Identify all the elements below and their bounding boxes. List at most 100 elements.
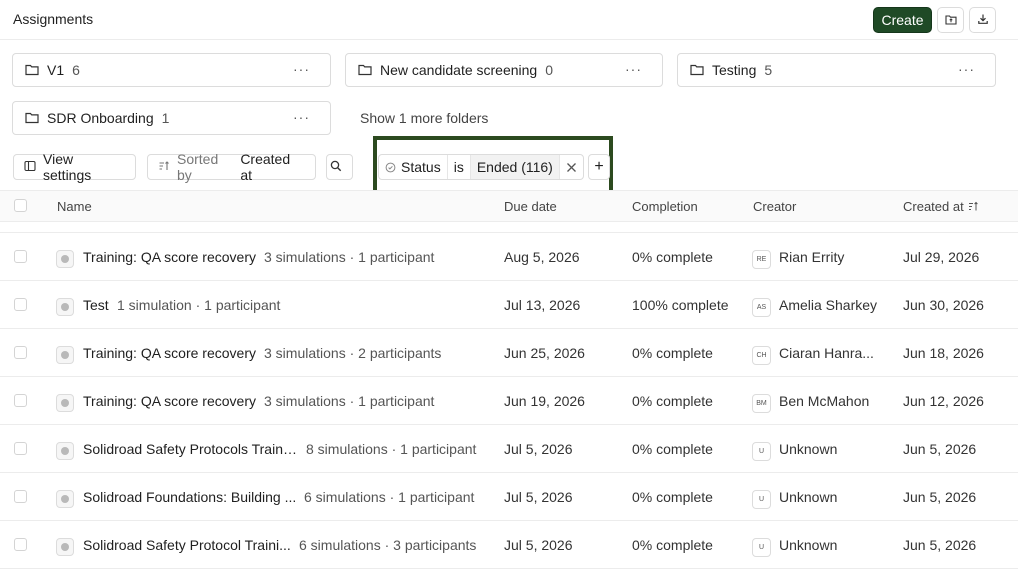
- status-icon: [385, 162, 396, 173]
- column-header-due-date[interactable]: Due date: [504, 199, 557, 214]
- view-settings-button[interactable]: View settings: [13, 151, 136, 183]
- created-at: Jun 30, 2026: [903, 297, 984, 313]
- assignment-name[interactable]: Solidroad Safety Protocol Traini...: [83, 537, 291, 553]
- assignment-name[interactable]: Test: [83, 297, 109, 313]
- created-at: Jun 5, 2026: [903, 441, 977, 457]
- assignment-name[interactable]: Training: QA score recovery: [83, 345, 256, 361]
- search-button[interactable]: [326, 154, 353, 180]
- folder-count: 6: [72, 62, 80, 78]
- folder-more-button[interactable]: ···: [958, 61, 975, 77]
- close-icon: [566, 162, 577, 173]
- download-icon: [977, 12, 989, 28]
- avatar: U: [752, 442, 771, 461]
- assignment-name[interactable]: Training: QA score recovery: [83, 393, 256, 409]
- table-row[interactable]: Training: QA score recovery 3 simulations…: [0, 329, 1018, 377]
- creator: Amelia Sharkey: [779, 297, 878, 313]
- assignment-icon: [56, 538, 74, 556]
- avatar: U: [752, 490, 771, 509]
- column-header-name[interactable]: Name: [57, 199, 92, 214]
- filter-value-label: Ended (116): [476, 159, 553, 175]
- folder-new-candidate-screening[interactable]: New candidate screening 0 ···: [345, 53, 663, 87]
- assignment-summary: 1 simulation · 1 participant: [117, 297, 281, 313]
- folder-more-button[interactable]: ···: [625, 61, 642, 77]
- sort-icon: [158, 159, 177, 175]
- folder-icon: [25, 64, 39, 76]
- created-at: Jul 29, 2026: [903, 249, 980, 265]
- completion: 0% complete: [632, 249, 713, 265]
- create-button[interactable]: Create: [873, 7, 932, 33]
- add-filter-button[interactable]: +: [588, 154, 610, 180]
- download-button[interactable]: [969, 7, 996, 33]
- assignment-name[interactable]: Solidroad Foundations: Building ...: [83, 489, 296, 505]
- row-checkbox[interactable]: [14, 346, 27, 359]
- row-checkbox[interactable]: [14, 538, 27, 551]
- row-checkbox[interactable]: [14, 394, 27, 407]
- avatar: AS: [752, 298, 771, 317]
- folder-count: 0: [545, 62, 554, 78]
- assignment-name[interactable]: Solidroad Safety Protocols Training: [83, 441, 298, 457]
- completion: 0% complete: [632, 489, 713, 505]
- assignment-summary: 3 simulations · 1 participant: [264, 393, 435, 409]
- avatar: CH: [752, 346, 771, 365]
- remove-filter-button[interactable]: [558, 155, 583, 179]
- filter-value[interactable]: Ended (116): [469, 155, 559, 179]
- table-row[interactable]: Solidroad Safety Protocol Traini... 6 sim…: [0, 521, 1018, 569]
- filter-operator[interactable]: is: [446, 155, 470, 179]
- assignment-summary: 3 simulations · 1 participant: [264, 249, 435, 265]
- table-row[interactable]: Solidroad Foundations: Building ... 6 sim…: [0, 473, 1018, 521]
- created-at: Jun 18, 2026: [903, 345, 984, 361]
- table-row[interactable]: Training: QA score recovery 3 simulations…: [0, 377, 1018, 425]
- assignment-summary: 8 simulations · 1 participant: [306, 441, 477, 457]
- sorted-by-prefix: Sorted by: [177, 151, 219, 183]
- created-at: Jun 5, 2026: [903, 489, 977, 505]
- avatar: U: [752, 538, 771, 557]
- created-at: Jun 12, 2026: [903, 393, 984, 409]
- due-date: Jul 13, 2026: [504, 297, 581, 313]
- table-row[interactable]: Test 1 simulation · 1 participant Jul 13, …: [0, 281, 1018, 329]
- columns-icon: [24, 159, 43, 175]
- status-filter-chip[interactable]: Status is Ended (116): [378, 154, 584, 180]
- view-settings-label: View settings: [43, 151, 92, 183]
- folder-more-button[interactable]: ···: [293, 109, 310, 125]
- assignment-summary: 6 simulations · 1 participant: [304, 489, 475, 505]
- row-checkbox[interactable]: [14, 442, 27, 455]
- creator: Ciaran Hanra...: [779, 345, 874, 361]
- assignment-icon: [56, 346, 74, 364]
- due-date: Jul 5, 2026: [504, 537, 573, 553]
- filter-field-label: Status: [401, 159, 441, 175]
- folder-icon: [358, 64, 372, 76]
- row-checkbox[interactable]: [14, 490, 27, 503]
- row-checkbox[interactable]: [14, 298, 27, 311]
- folder-testing[interactable]: Testing 5 ···: [677, 53, 996, 87]
- creator: Rian Errity: [779, 249, 845, 265]
- folder-icon: [25, 112, 39, 124]
- row-checkbox[interactable]: [14, 250, 27, 263]
- creator: Unknown: [779, 537, 838, 553]
- column-header-created-at[interactable]: Created at: [903, 199, 964, 214]
- folder-name: Testing: [712, 62, 757, 78]
- new-folder-button[interactable]: [937, 7, 964, 33]
- column-header-completion[interactable]: Completion: [632, 199, 698, 214]
- select-all-checkbox[interactable]: [14, 199, 27, 212]
- sort-desc-icon: [968, 200, 979, 215]
- table-row[interactable]: Training: QA score recovery 3 simulations…: [0, 233, 1018, 281]
- search-icon: [330, 159, 349, 175]
- table-header: Name Due date Completion Creator Created…: [0, 190, 1018, 222]
- filter-field[interactable]: Status: [379, 155, 447, 179]
- due-date: Jul 5, 2026: [504, 441, 573, 457]
- folder-more-button[interactable]: ···: [293, 61, 310, 77]
- sort-button[interactable]: Sorted by Created at: [147, 151, 316, 183]
- table-row[interactable]: Solidroad Safety Protocols Training 8 sim…: [0, 425, 1018, 473]
- column-header-creator[interactable]: Creator: [753, 199, 796, 214]
- assignment-name[interactable]: Training: QA score recovery: [83, 249, 256, 265]
- assignment-icon: [56, 490, 74, 508]
- show-more-folders-link[interactable]: Show 1 more folders: [360, 110, 488, 126]
- assignment-summary: 3 simulations · 2 participants: [264, 345, 442, 361]
- completion: 0% complete: [632, 537, 713, 553]
- avatar: BM: [752, 394, 771, 413]
- folder-v1[interactable]: V1 6 ···: [12, 53, 331, 87]
- folder-name: SDR Onboarding: [47, 110, 154, 126]
- folder-name: New candidate screening: [380, 62, 538, 78]
- sorted-by-field: Created at: [240, 151, 291, 183]
- folder-sdr-onboarding[interactable]: SDR Onboarding 1 ···: [12, 101, 331, 135]
